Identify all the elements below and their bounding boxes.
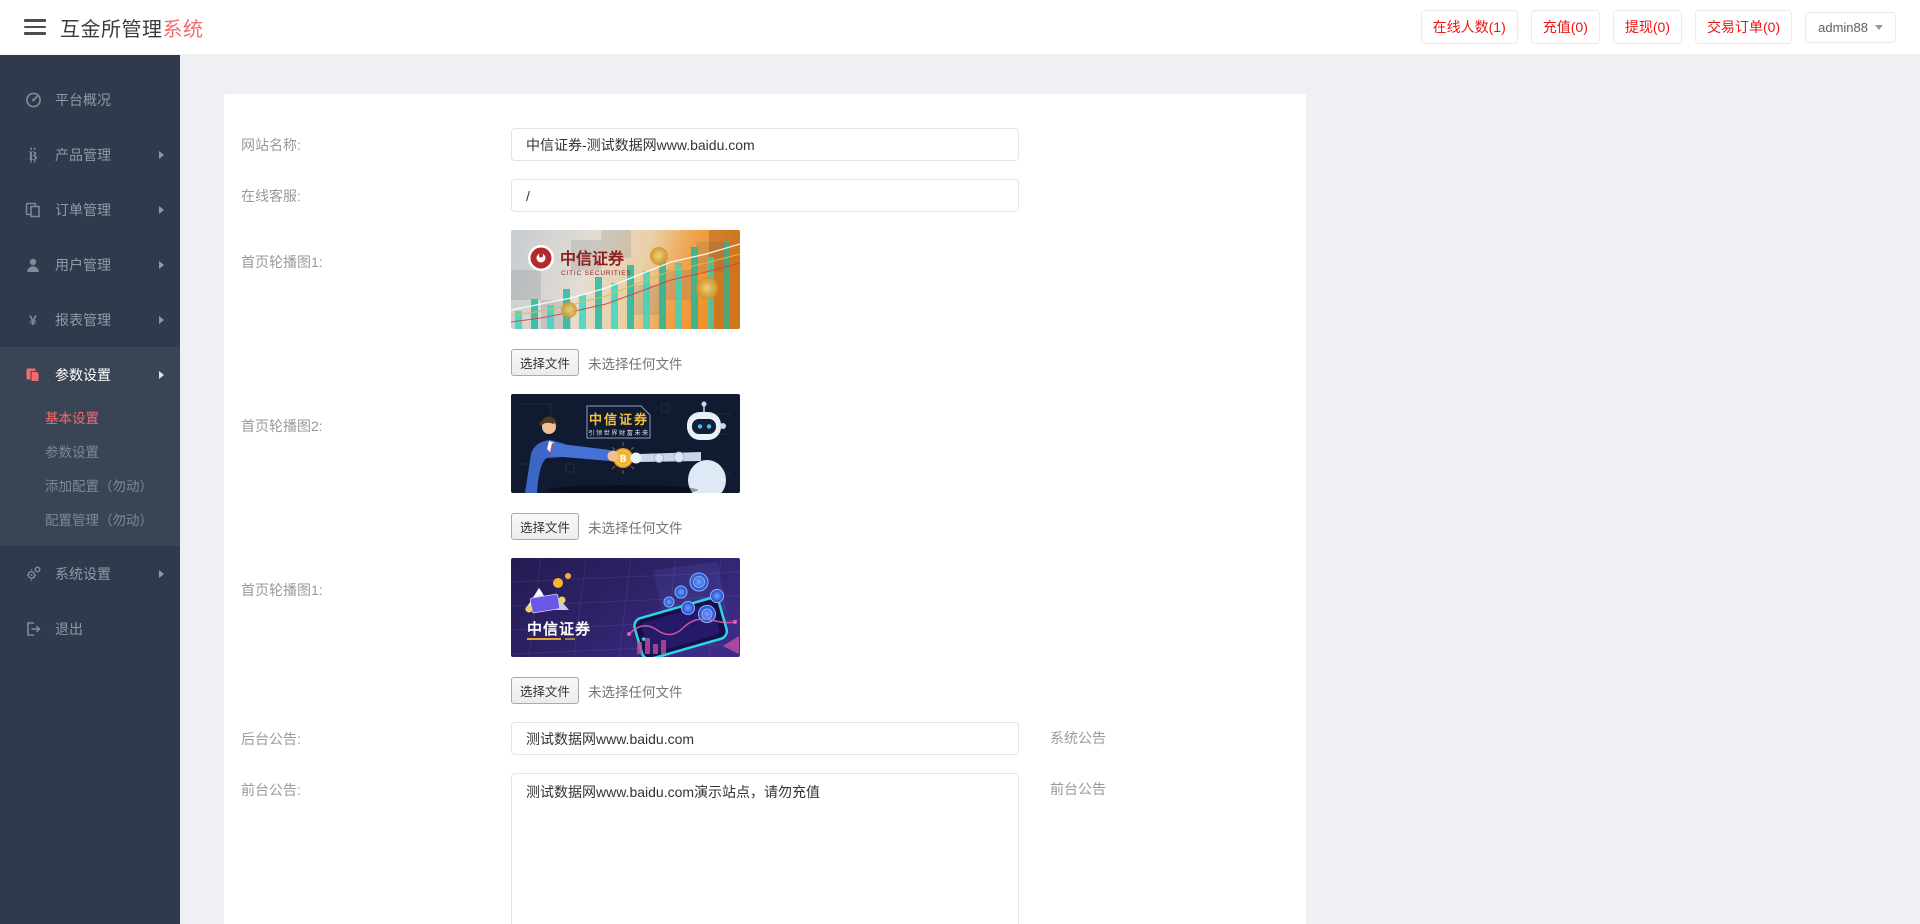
coin-letter: B [620, 454, 627, 465]
sidebar-subitem-add-config[interactable]: 添加配置（勿动） [0, 470, 180, 504]
form-row-front-notice: 前台公告: 测试数据网www.baidu.com演示站点，请勿充值 前台公告 [241, 773, 1306, 924]
sidebar-subitem-config-manage[interactable]: 配置管理（勿动） [0, 504, 180, 538]
banner2-image: 中信证券 引领世界财富未来 B [511, 394, 740, 493]
front-notice-label: 前台公告: [241, 782, 301, 798]
top-header: 互金所管理系统 在线人数(1) 充值(0) 提现(0) 交易订单(0) admi… [0, 0, 1920, 55]
form-row-site-name: 网站名称: [241, 128, 1306, 161]
sidebar-item-reports[interactable]: ¥ 报表管理 [0, 292, 180, 347]
user-icon [24, 256, 42, 274]
banner3-image: 中信证券 [511, 558, 740, 657]
banner3-file-row: 选择文件 未选择任何文件 [511, 677, 740, 704]
sidebar-item-param-settings[interactable]: 参数设置 [0, 347, 180, 402]
param-files-icon [24, 366, 42, 384]
sidebar-group-params: 参数设置 基本设置 参数设置 添加配置（勿动） 配置管理（勿动） [0, 347, 180, 546]
banner3-group: 中信证券 选择文件 未选择任何文件 [511, 558, 740, 704]
svg-text:B: B [29, 148, 38, 163]
sidebar-item-label: 订单管理 [55, 201, 111, 218]
banner2-title-text: 中信证券 [589, 412, 649, 427]
dashboard-icon [24, 91, 42, 109]
trade-orders-button[interactable]: 交易订单(0) [1695, 10, 1793, 44]
online-users-button[interactable]: 在线人数(1) [1420, 10, 1518, 44]
site-name-input[interactable] [511, 128, 1019, 161]
banner1-file-status: 未选择任何文件 [588, 356, 683, 372]
sidebar-item-label: 产品管理 [55, 146, 111, 163]
settings-form-card: 网站名称: 在线客服: 首页轮播图1: [224, 94, 1306, 924]
form-row-admin-notice: 后台公告: 系统公告 [241, 722, 1306, 755]
chevron-right-icon [159, 205, 164, 214]
sidebar-item-label: 系统设置 [55, 565, 111, 582]
banner2-label: 首页轮播图2: [241, 418, 323, 434]
admin-notice-input[interactable] [511, 722, 1019, 755]
banner2-slogan-text: 引领世界财富未来 [588, 429, 650, 437]
app-title-accent: 系统 [162, 18, 204, 41]
gears-icon [24, 565, 42, 583]
app-title: 互金所管理系统 [60, 13, 204, 42]
banner2-choose-file-button[interactable]: 选择文件 [511, 513, 580, 540]
sidebar-item-products[interactable]: B 产品管理 [0, 127, 180, 182]
banner1-file-row: 选择文件 未选择任何文件 [511, 349, 740, 376]
online-service-label: 在线客服: [241, 188, 301, 204]
sidebar-item-label: 报表管理 [55, 311, 111, 328]
sidebar-item-users[interactable]: 用户管理 [0, 237, 180, 292]
form-row-online-service: 在线客服: [241, 179, 1306, 212]
online-service-input[interactable] [511, 179, 1019, 212]
yen-icon: ¥ [24, 311, 42, 329]
admin-notice-hint: 系统公告 [1050, 730, 1106, 746]
banner3-file-status: 未选择任何文件 [588, 684, 683, 700]
front-notice-hint: 前台公告 [1050, 781, 1106, 797]
banner1-choose-file-button[interactable]: 选择文件 [511, 349, 580, 376]
banner1-brand-text: 中信证券 [560, 249, 625, 268]
hamburger-icon[interactable] [24, 19, 46, 35]
chevron-right-icon [159, 315, 164, 324]
app-title-primary: 互金所管理 [60, 18, 163, 41]
username: admin88 [1818, 19, 1868, 35]
sidebar-item-orders[interactable]: 订单管理 [0, 182, 180, 237]
recharge-button[interactable]: 充值(0) [1530, 10, 1600, 44]
sidebar: 平台概况 B 产品管理 订单管理 用户管理 ¥ 报表管理 参数设置 基本设置 参… [0, 55, 180, 924]
withdraw-button[interactable]: 提现(0) [1612, 10, 1682, 44]
front-notice-textarea[interactable]: 测试数据网www.baidu.com演示站点，请勿充值 [511, 773, 1019, 924]
sidebar-item-logout[interactable]: 退出 [0, 601, 180, 656]
header-actions: 在线人数(1) 充值(0) 提现(0) 交易订单(0) admin88 [1420, 10, 1896, 44]
sidebar-item-dashboard[interactable]: 平台概况 [0, 72, 180, 127]
banner3-label: 首页轮播图1: [241, 582, 323, 598]
banner3-brand-text: 中信证券 [527, 620, 591, 638]
banner1-image: 中信证券 CITIC SECURITIES [511, 230, 740, 329]
chevron-down-icon [1875, 24, 1883, 30]
svg-text:¥: ¥ [29, 312, 37, 328]
site-name-label: 网站名称: [241, 137, 301, 153]
main-content: 网站名称: 在线客服: 首页轮播图1: [180, 55, 1920, 924]
banner2-group: 中信证券 引领世界财富未来 B 选择文件 未选择任何文件 [511, 394, 740, 540]
banner3-choose-file-button[interactable]: 选择文件 [511, 677, 580, 704]
citic-logo [528, 245, 554, 271]
sidebar-item-label: 平台概况 [55, 91, 111, 108]
chevron-right-icon [159, 370, 164, 379]
sidebar-item-label: 参数设置 [55, 366, 111, 383]
sidebar-item-label: 退出 [55, 620, 83, 637]
bitcoin-icon: B [24, 146, 42, 164]
chevron-right-icon [159, 150, 164, 159]
admin-notice-label: 后台公告: [241, 731, 301, 747]
banner1-label: 首页轮播图1: [241, 254, 323, 270]
chevron-right-icon [159, 569, 164, 578]
sidebar-item-label: 用户管理 [55, 256, 111, 273]
sidebar-subitem-basic-settings[interactable]: 基本设置 [0, 402, 180, 436]
banner2-file-row: 选择文件 未选择任何文件 [511, 513, 740, 540]
form-row-banner3: 首页轮播图1: 中信证券 选择文件 未选择任何文件 [241, 558, 1306, 704]
sidebar-item-system-settings[interactable]: 系统设置 [0, 546, 180, 601]
form-row-banner2: 首页轮播图2: 中信证券 引领世界财富未来 B 选择文件 未选择任何文件 [241, 394, 1306, 540]
user-menu-button[interactable]: admin88 [1805, 11, 1896, 43]
banner1-group: 中信证券 CITIC SECURITIES 选择文件 未选择任何文件 [511, 230, 740, 376]
logout-icon [24, 620, 42, 638]
sidebar-subitem-param-settings[interactable]: 参数设置 [0, 436, 180, 470]
form-row-banner1: 首页轮播图1: 中信证券 CITIC SECURITIES 选择文件 未选择任何… [241, 230, 1306, 376]
orders-icon [24, 201, 42, 219]
banner2-file-status: 未选择任何文件 [588, 520, 683, 536]
banner1-brand-sub: CITIC SECURITIES [561, 270, 632, 277]
chevron-right-icon [159, 260, 164, 269]
